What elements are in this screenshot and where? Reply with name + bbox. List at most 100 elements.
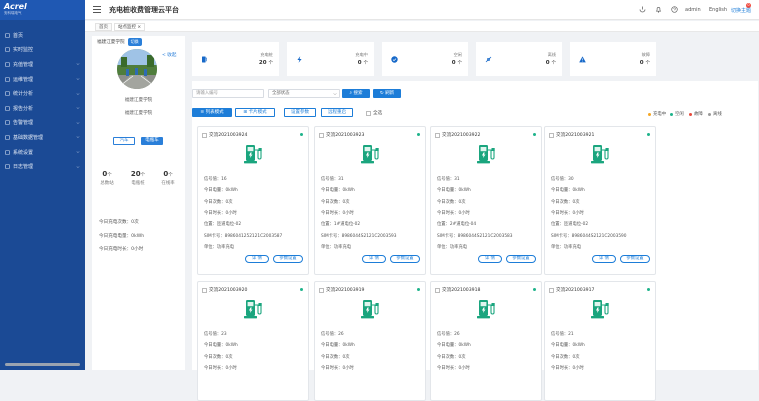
card-mode-button[interactable]: ⊞ 卡片模式 — [235, 108, 275, 117]
card-info-line: 今日次数：0次 — [437, 199, 466, 205]
charger-id: 交流2021003922 — [442, 133, 481, 138]
stat-fault-value: 0 — [639, 60, 644, 66]
car-mode-button[interactable]: 汽车 — [113, 137, 135, 145]
theme-toggle-link[interactable]: 切换主题 — [731, 7, 751, 14]
card-header: 交流2021003917 — [549, 287, 594, 293]
fullscreen-icon[interactable] — [639, 6, 646, 13]
params-button[interactable]: 参数设置 — [506, 255, 536, 263]
params-button[interactable]: 参数设置 — [390, 255, 420, 263]
search-input[interactable]: 请输入编号 — [192, 89, 264, 98]
card-info-line: SIM卡号：8986044S2121C2003593 — [321, 233, 397, 239]
charger-icon — [358, 299, 382, 321]
card-info-line: 今日次数：0次 — [437, 354, 466, 360]
charger-card[interactable]: 交流2021003919 信号值：26 今日电量：0kWh 今日次数：0次 今日时长：0… — [314, 281, 426, 401]
status-select[interactable]: 全部状态 — [268, 89, 340, 98]
charger-card[interactable]: 交流2021003920 信号值：23 今日电量：0kWh 今日次数：0次 今日时长：0… — [197, 281, 309, 401]
tab-station-monitor[interactable]: 站点监控 × — [114, 23, 146, 31]
charger-card[interactable]: 交流2021003918 信号值：26 今日电量：0kWh 今日次数：0次 今日时长：0… — [430, 281, 542, 401]
legend-idle-label: 空闲 — [675, 112, 684, 117]
detail-button[interactable]: 详 情 — [362, 255, 386, 263]
card-checkbox[interactable] — [319, 287, 324, 293]
sidebar-item-0[interactable]: 首页 — [0, 28, 85, 43]
sidebar-scrollbar[interactable] — [5, 363, 80, 366]
menu-toggle-icon[interactable] — [93, 6, 101, 13]
charger-id: 交流2021003921 — [556, 133, 595, 138]
remote-restart-button[interactable]: 远程重启 — [321, 108, 353, 117]
card-checkbox[interactable] — [319, 132, 324, 138]
set-params-button[interactable]: 设置参数 — [284, 108, 316, 117]
card-checkbox[interactable] — [549, 287, 554, 293]
list-mode-button[interactable]: ≡ 列表模式 — [192, 108, 232, 117]
detail-button[interactable]: 详 情 — [478, 255, 502, 263]
report-icon — [5, 105, 10, 111]
card-info-line: 今日电量：0kWh — [551, 343, 585, 349]
search-button[interactable]: ⌕ 搜索 — [342, 89, 370, 98]
charger-card[interactable]: 交流2021003917 信号值：21 今日电量：0kWh 今日次数：0次 今日时长：0… — [544, 281, 656, 401]
charger-card[interactable]: 交流2021003923 信号值：31 今日电量：0kWh 今日次数：0次 今日时长：0… — [314, 126, 426, 275]
charger-id: 交流2021003924 — [209, 133, 248, 138]
summary-ebike: 20个 电瓶桩 — [124, 170, 152, 186]
ebike-mode-button[interactable]: 电瓶车 — [141, 137, 163, 145]
card-checkbox[interactable] — [549, 132, 554, 138]
station-panel: 福建江夏学院 切换 < 收起 福建江夏学院 福建江夏学院 汽车 电瓶车 0个 总… — [92, 36, 185, 370]
legend-fault: 故障 — [689, 111, 703, 117]
refresh-button[interactable]: ↻ 刷新 — [373, 89, 401, 98]
switch-station-button[interactable]: 切换 — [127, 37, 142, 46]
sidebar-item-9[interactable]: 日志管理 — [0, 159, 85, 174]
collapse-link[interactable]: < 收起 — [162, 52, 177, 58]
bell-icon[interactable] — [655, 6, 662, 13]
card-info-line: 今日电量：0kWh — [437, 343, 471, 349]
card-info-line: 单位：功率充电 — [551, 244, 582, 250]
card-info-line: 今日电量：0kWh — [204, 343, 238, 349]
legend-offline: 离线 — [708, 111, 722, 117]
select-all-label: 全选 — [373, 111, 383, 116]
select-all[interactable]: 全选 — [366, 110, 382, 116]
card-checkbox[interactable] — [435, 287, 440, 293]
charger-icon — [241, 299, 265, 321]
legend-offline-label: 离线 — [713, 112, 722, 117]
today-energy: 今日充电电量：0kWh — [99, 234, 145, 239]
card-info-line: 今日次数：0次 — [321, 199, 350, 205]
logo-subtext: 安科瑞电气 — [4, 11, 22, 15]
search-button-label: 搜索 — [353, 91, 363, 96]
detail-button[interactable]: 详 情 — [592, 255, 616, 263]
charger-card[interactable]: 交流2021003922 信号值：31 今日电量：0kWh 今日次数：0次 今日时长：0… — [430, 126, 542, 275]
sidebar-item-label: 运维管理 — [13, 76, 34, 83]
help-icon[interactable] — [671, 6, 678, 13]
station-name: 福建江夏学院 — [124, 98, 153, 103]
status-dot — [300, 133, 303, 136]
charger-card[interactable]: 交流2021003924 信号值：16 今日电量：0kWh 今日次数：0次 今日时长：0… — [197, 126, 309, 275]
card-info-line: 位置：1#道电位-02 — [321, 222, 361, 228]
username[interactable]: admin — [685, 7, 701, 13]
card-info-line: 信号值：31 — [437, 177, 460, 182]
sidebar-item-2[interactable]: 充值管理 — [0, 57, 85, 72]
station-header-name: 福建江夏学院 — [97, 39, 125, 45]
summary-online-unit: 个 — [168, 173, 173, 178]
refresh-button-label: 刷新 — [385, 91, 395, 96]
lightning-icon — [296, 55, 303, 63]
params-button[interactable]: 参数设置 — [620, 255, 650, 263]
sidebar-item-3[interactable]: 运维管理 — [0, 72, 85, 87]
params-button[interactable]: 参数设置 — [273, 255, 303, 263]
chevron-down-icon — [76, 121, 80, 125]
sidebar-item-5[interactable]: 报告分析 — [0, 101, 85, 116]
sidebar-item-4[interactable]: 统计分析 — [0, 86, 85, 101]
select-all-checkbox[interactable] — [366, 110, 371, 116]
monitor-icon — [5, 47, 10, 53]
station-address: 福建江夏学院 — [124, 111, 153, 116]
sidebar-item-6[interactable]: 告警管理 — [0, 116, 85, 131]
card-checkbox[interactable] — [202, 132, 207, 138]
sidebar-item-1[interactable]: 实时监控 — [0, 43, 85, 58]
card-info-line: 单位：功率充电 — [321, 244, 352, 250]
tab-home[interactable]: 首页 — [95, 23, 112, 31]
card-checkbox[interactable] — [435, 132, 440, 138]
detail-button[interactable]: 详 情 — [245, 255, 269, 263]
sidebar-item-8[interactable]: 系统设置 — [0, 145, 85, 160]
stat-charging-value: 0 — [357, 60, 362, 66]
card-info-line: 今日电量：0kWh — [437, 188, 471, 194]
charger-card[interactable]: 交流2021003921 信号值：30 今日电量：0kWh 今日次数：0次 今日时长：0… — [544, 126, 656, 275]
card-info-line: 信号值：21 — [551, 332, 574, 337]
sidebar-item-7[interactable]: 基础数据管理 — [0, 130, 85, 145]
language-switch[interactable]: English — [709, 7, 727, 13]
card-checkbox[interactable] — [202, 287, 207, 293]
